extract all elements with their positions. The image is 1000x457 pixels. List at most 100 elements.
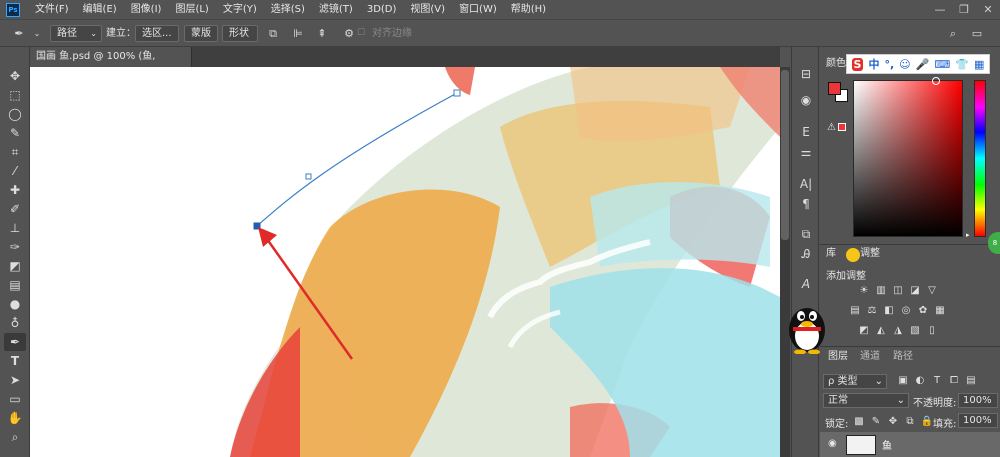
curves-icon[interactable]: ◫	[891, 285, 905, 297]
zoom-tool-icon[interactable]: ⌕	[4, 428, 26, 446]
canvas[interactable]	[30, 67, 780, 457]
emoji-icon[interactable]: ☺	[899, 58, 910, 71]
document-tab[interactable]: 国画 鱼.psd @ 100% (鱼, RGB/8) * ×	[30, 47, 192, 82]
gradient-tool-icon[interactable]: ▤	[4, 276, 26, 294]
color-balance-icon[interactable]: ⚖	[865, 305, 879, 317]
layer-kind-filter[interactable]: ρ 类型 ⌄	[823, 374, 887, 389]
history-icon[interactable]: ⊟	[796, 65, 816, 83]
photo-filter-icon[interactable]: ◎	[899, 305, 913, 317]
tab-library[interactable]: 库	[826, 246, 836, 262]
type-tool-icon[interactable]: T	[4, 352, 26, 370]
tab-channels[interactable]: 通道	[860, 349, 880, 365]
selection-button[interactable]: 选区...	[135, 25, 179, 42]
marquee-tool-icon[interactable]: ⬚	[4, 86, 26, 104]
brightness-icon[interactable]: ☀	[857, 285, 871, 297]
threshold-icon[interactable]: ◮	[891, 325, 905, 337]
microphone-icon[interactable]: 🎤	[916, 58, 930, 71]
tab-layers[interactable]: 图层	[828, 349, 848, 365]
paragraph-icon[interactable]: ¶	[796, 195, 816, 213]
menu-image[interactable]: 图像(I)	[124, 0, 169, 19]
chevron-down-icon[interactable]: ⌄	[28, 25, 46, 42]
clone-stamp-tool-icon[interactable]: ⊥	[4, 219, 26, 237]
color-picker-field[interactable]	[853, 80, 963, 237]
restore-icon[interactable]: ❐	[952, 0, 976, 19]
grid-icon[interactable]: ▦	[974, 58, 984, 71]
color-picker-cursor[interactable]	[932, 77, 940, 85]
menu-help[interactable]: 帮助(H)	[504, 0, 553, 19]
layer-row[interactable]: ◉ 鱼	[820, 432, 1000, 457]
workspace-icon[interactable]: ▭	[968, 25, 986, 42]
menu-layer[interactable]: 图层(L)	[168, 0, 215, 19]
levels-icon[interactable]: ▥	[874, 285, 888, 297]
clone-source-icon[interactable]: ⧉	[796, 225, 816, 243]
path-selection-tool-icon[interactable]: ➤	[4, 371, 26, 389]
lock-artboard-icon[interactable]: ⧉	[903, 416, 917, 428]
path-alignment-icon[interactable]: ⊫	[289, 25, 307, 42]
align-edges-checkbox[interactable]: ☐	[356, 25, 366, 42]
blend-mode-select[interactable]: 正常 ⌄	[823, 393, 909, 408]
dodge-tool-icon[interactable]: ♁	[4, 314, 26, 332]
hue-slider-handle[interactable]: ▸	[966, 231, 970, 239]
hand-tool-icon[interactable]: ✋	[4, 409, 26, 427]
close-icon[interactable]: ✕	[976, 0, 1000, 19]
filter-type-icon[interactable]: T	[930, 375, 944, 387]
skin-icon[interactable]: 👕	[955, 58, 969, 71]
filter-shape-icon[interactable]: ⧠	[947, 375, 961, 387]
menu-type[interactable]: 文字(Y)	[216, 0, 264, 19]
quick-select-tool-icon[interactable]: ✎	[4, 124, 26, 142]
black-white-icon[interactable]: ◧	[882, 305, 896, 317]
opacity-input[interactable]: 100%	[958, 393, 998, 408]
mask-button[interactable]: 蒙版	[184, 25, 218, 42]
tab-color[interactable]: 颜色	[826, 56, 846, 72]
character-icon[interactable]: A|	[796, 175, 816, 193]
tab-adjustments[interactable]: 调整	[860, 246, 880, 262]
brush-tool-icon[interactable]: ✐	[4, 200, 26, 218]
healing-brush-tool-icon[interactable]: ✚	[4, 181, 26, 199]
posterize-icon[interactable]: ◭	[874, 325, 888, 337]
filter-smart-object-icon[interactable]: ▤	[964, 375, 978, 387]
punctuation-icon[interactable]: °,	[884, 58, 894, 71]
menu-window[interactable]: 窗口(W)	[452, 0, 504, 19]
blur-tool-icon[interactable]: ●	[4, 295, 26, 313]
ime-language[interactable]: 中	[868, 56, 879, 72]
path-arrangement-icon[interactable]: ⇞	[313, 25, 331, 42]
floating-widget-icon[interactable]: 8	[988, 232, 1000, 254]
rectangle-tool-icon[interactable]: ▭	[4, 390, 26, 408]
menu-file[interactable]: 文件(F)	[28, 0, 76, 19]
eraser-tool-icon[interactable]: ◩	[4, 257, 26, 275]
hue-saturation-icon[interactable]: ▤	[848, 305, 862, 317]
lock-all-icon[interactable]: 🔒	[920, 416, 934, 428]
exposure-icon[interactable]: ◪	[908, 285, 922, 297]
properties-icon[interactable]: ◉	[796, 91, 816, 109]
adjustments-sliders-icon[interactable]: ⚌	[796, 143, 816, 161]
lock-pixels-icon[interactable]: ✎	[869, 416, 883, 428]
move-tool-icon[interactable]: ✥	[4, 67, 26, 85]
fill-input[interactable]: 100%	[958, 413, 998, 428]
brush-settings-icon[interactable]: Ε	[796, 123, 816, 141]
gamut-swatch[interactable]	[838, 123, 846, 131]
menu-3d[interactable]: 3D(D)	[360, 0, 404, 19]
eyedropper-tool-icon[interactable]: ⁄	[4, 162, 26, 180]
filter-adjustment-icon[interactable]: ◐	[913, 375, 927, 387]
menu-view[interactable]: 视图(V)	[403, 0, 452, 19]
menu-select[interactable]: 选择(S)	[264, 0, 312, 19]
scrollbar-thumb[interactable]	[781, 70, 789, 240]
hue-slider[interactable]	[974, 80, 986, 237]
search-icon[interactable]: ⌕	[944, 25, 962, 42]
keyboard-icon[interactable]: ⌨	[934, 58, 950, 71]
foreground-color-swatch[interactable]	[828, 82, 841, 95]
tab-paths[interactable]: 路径	[893, 349, 913, 365]
minimize-icon[interactable]: —	[928, 0, 952, 19]
lock-transparent-icon[interactable]: ▩	[852, 416, 866, 428]
visibility-eye-icon[interactable]: ◉	[828, 438, 837, 449]
lock-position-icon[interactable]: ✥	[886, 416, 900, 428]
mode-select[interactable]: 路径 ⌄	[50, 25, 102, 42]
crop-tool-icon[interactable]: ⌗	[4, 143, 26, 161]
glyphs-icon[interactable]: Ꭿ	[796, 245, 816, 263]
channel-mixer-icon[interactable]: ✿	[916, 305, 930, 317]
gradient-map-icon[interactable]: ▯	[925, 325, 939, 337]
pen-tool-preset-icon[interactable]: ✒	[10, 25, 28, 42]
menu-filter[interactable]: 滤镜(T)	[312, 0, 360, 19]
color-lookup-icon[interactable]: ▦	[933, 305, 947, 317]
vibrance-icon[interactable]: ▽	[925, 285, 939, 297]
